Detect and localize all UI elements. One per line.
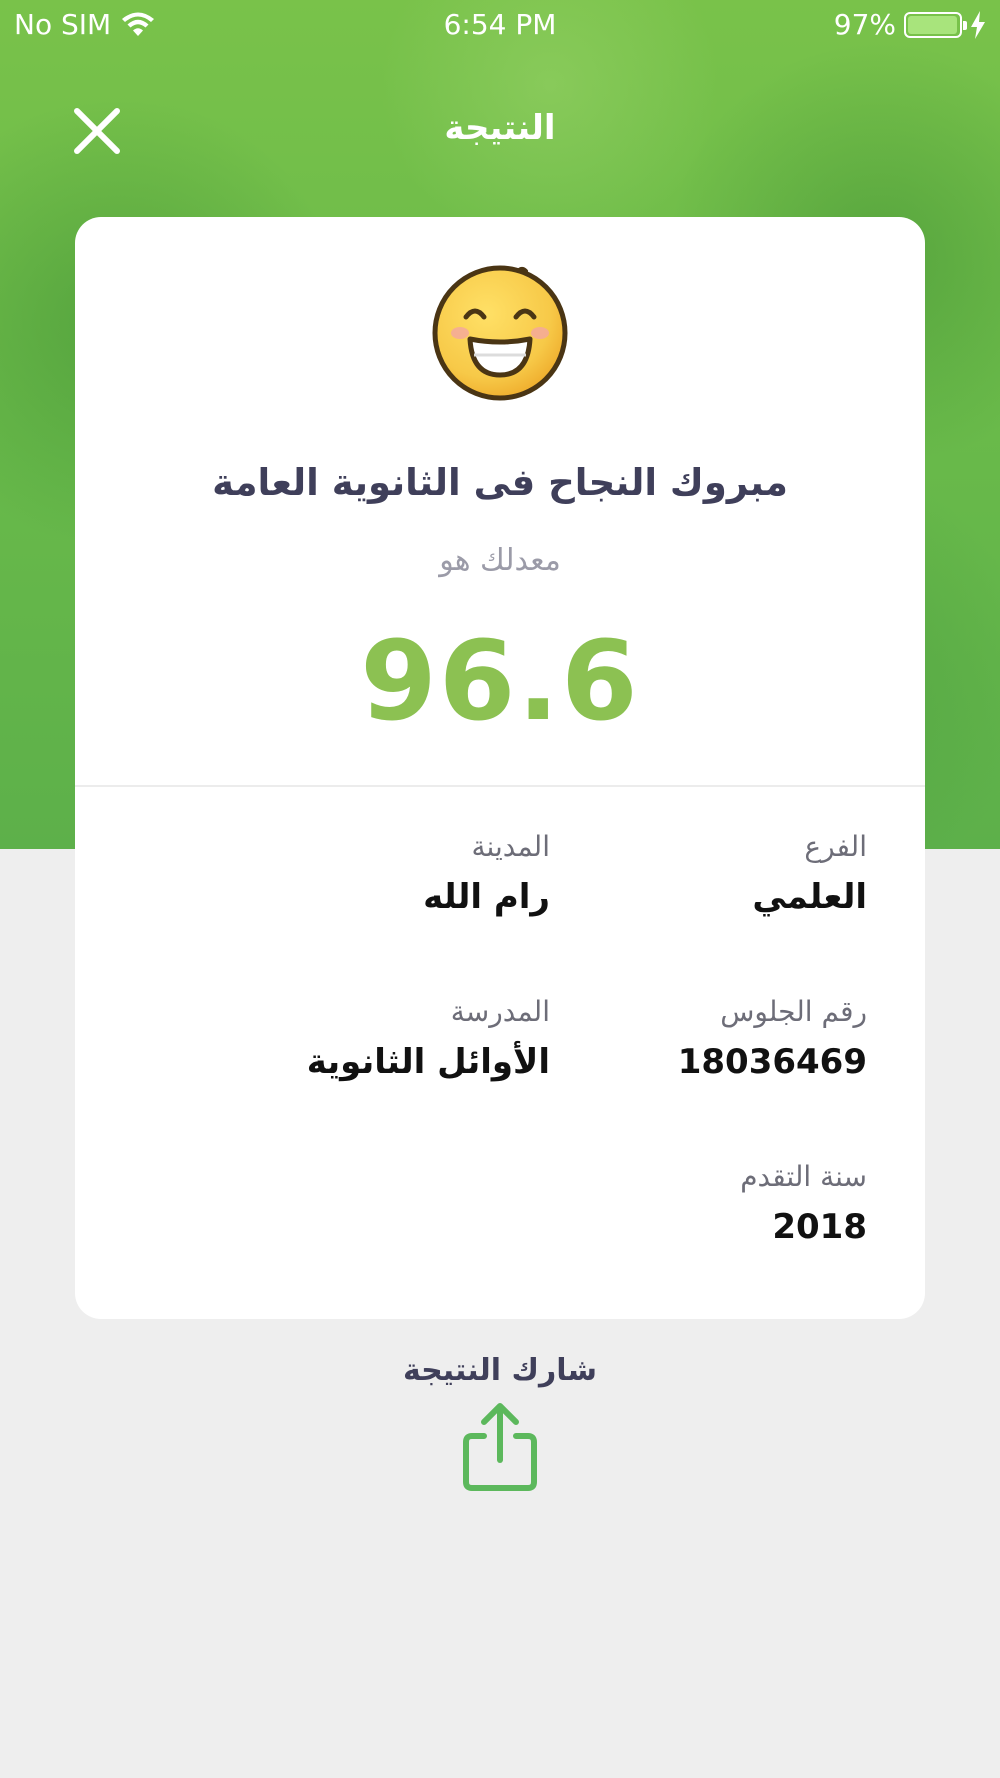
page-title: النتيجة [444, 108, 556, 148]
nav-bar: النتيجة [0, 96, 1000, 166]
branch-field: الفرع العلمي [567, 830, 867, 917]
grinning-face-icon [432, 265, 568, 401]
school-value: الأوائل الثانوية [306, 1042, 550, 1082]
year-value: 2018 [772, 1207, 867, 1247]
average-value: 96.6 [360, 617, 640, 745]
share-button[interactable]: شارك النتيجة [0, 1353, 1000, 1492]
school-label: المدرسة [450, 995, 550, 1028]
branch-label: الفرع [804, 830, 867, 863]
status-bar: No SIM 6:54 PM 97% [0, 0, 1000, 52]
share-icon [463, 1403, 537, 1491]
congrats-message: مبروك النجاح فى الثانوية العامة [212, 461, 788, 504]
year-label: سنة التقدم [740, 1160, 867, 1193]
battery-icon [904, 11, 967, 38]
branch-value: العلمي [752, 877, 867, 917]
share-label: شارك النتيجة [402, 1353, 598, 1388]
seat-number-value: 18036469 [677, 1042, 867, 1082]
school-field: المدرسة الأوائل الثانوية [250, 995, 550, 1082]
year-field: سنة التقدم 2018 [567, 1160, 867, 1247]
result-card: مبروك النجاح فى الثانوية العامة معدلك هو… [75, 217, 925, 1319]
battery-percent: 97% [833, 8, 896, 41]
city-value: رام الله [423, 877, 550, 917]
status-right: 97% [834, 8, 986, 41]
seat-number-field: رقم الجلوس 18036469 [567, 995, 867, 1082]
city-label: المدينة [471, 830, 550, 863]
card-divider [75, 785, 925, 787]
seat-number-label: رقم الجلوس [720, 995, 867, 1028]
city-field: المدينة رام الله [250, 830, 550, 917]
charging-bolt-icon [971, 10, 985, 39]
battery-level [908, 15, 957, 34]
average-label: معدلك هو [439, 543, 561, 578]
